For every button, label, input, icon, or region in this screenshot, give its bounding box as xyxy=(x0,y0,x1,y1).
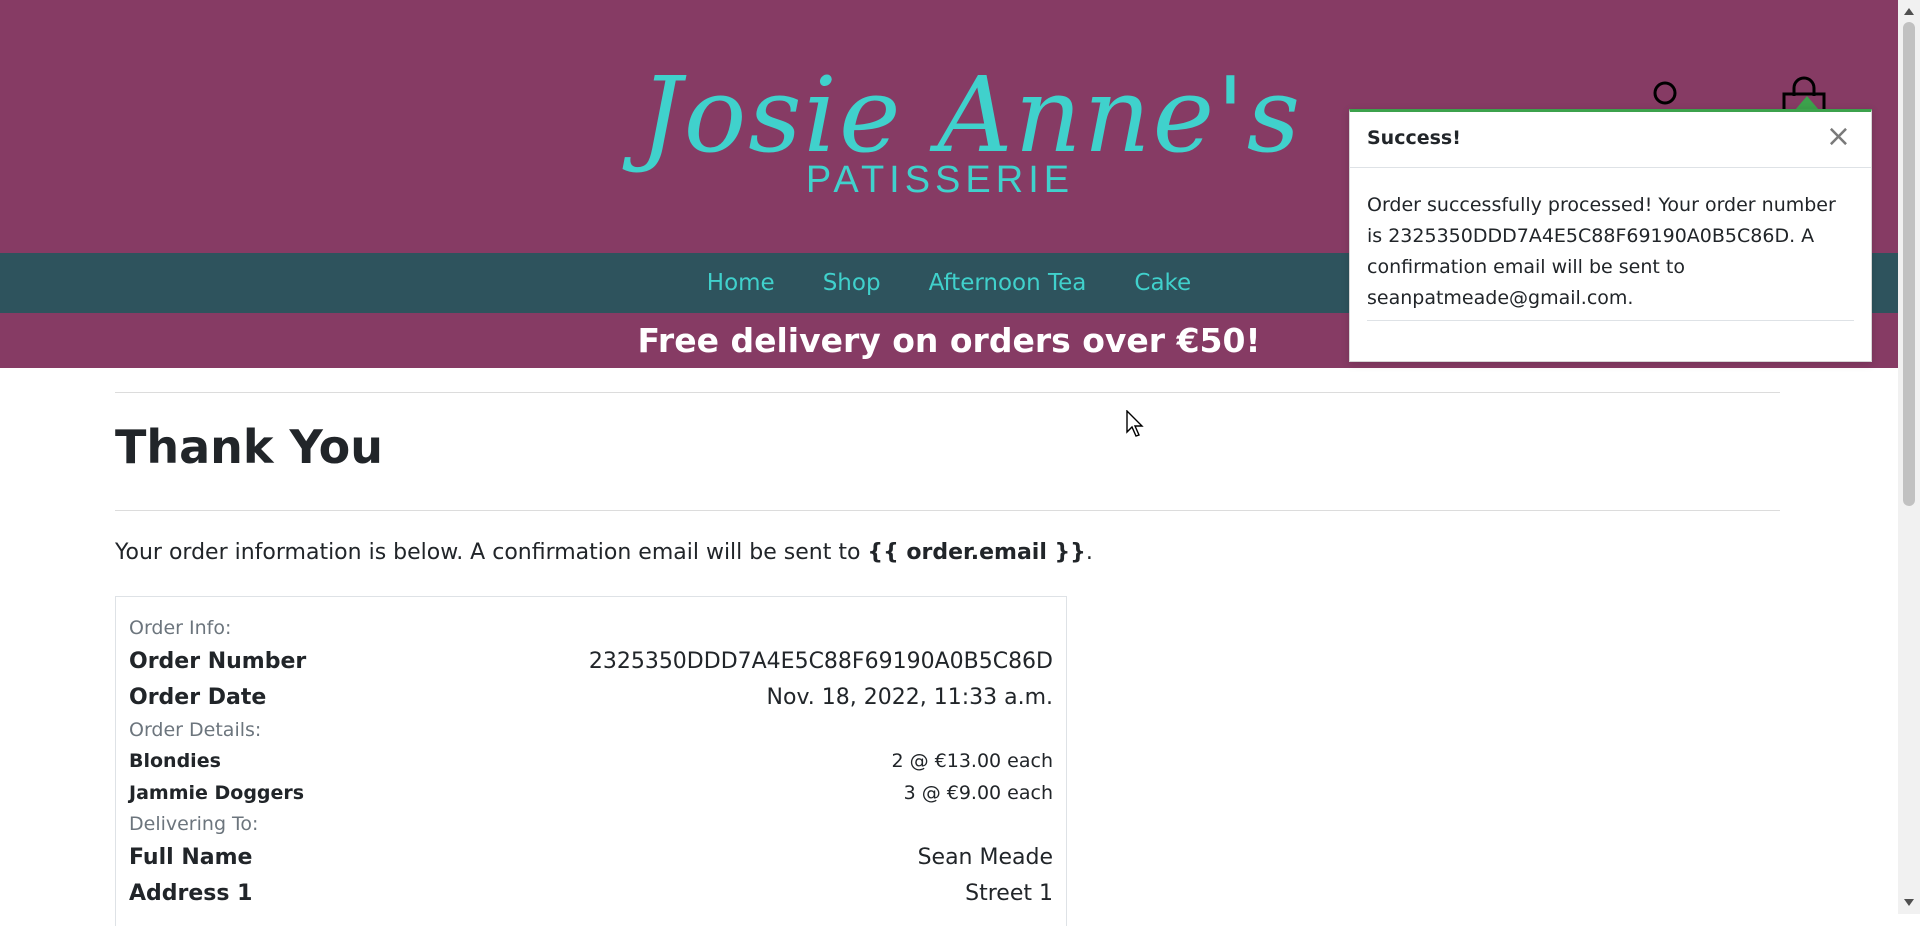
order-date-value: Nov. 18, 2022, 11:33 a.m. xyxy=(766,684,1053,710)
order-info-label: Order Info: xyxy=(129,617,232,639)
intro-suffix: . xyxy=(1085,540,1093,565)
toast-message: Order successfully processed! Your order… xyxy=(1367,194,1836,309)
main-content: Thank You Your order information is belo… xyxy=(115,392,1780,926)
scroll-thumb[interactable] xyxy=(1903,22,1915,506)
mouse-cursor-icon xyxy=(1126,409,1146,438)
full-name-row: Full Name Sean Meade xyxy=(129,839,1053,875)
order-date-row: Order Date Nov. 18, 2022, 11:33 a.m. xyxy=(129,679,1053,715)
order-summary-card: Order Info: Order Number 2325350DDD7A4E5… xyxy=(115,596,1067,926)
close-icon[interactable]: × xyxy=(1826,122,1851,152)
address1-key: Address 1 xyxy=(129,880,253,906)
order-item-qty: 3 @ €9.00 each xyxy=(903,782,1053,804)
order-number-value: 2325350DDD7A4E5C88F69190A0B5C86D xyxy=(588,648,1053,674)
address1-value: Street 1 xyxy=(965,880,1053,906)
logo-subtitle: PATISSERIE xyxy=(805,159,1075,201)
nav-shop[interactable]: Shop xyxy=(823,270,881,296)
toast-header: Success! × xyxy=(1350,112,1871,168)
scroll-down-arrow-icon[interactable] xyxy=(1904,899,1914,906)
divider xyxy=(115,392,1780,393)
nav-cake[interactable]: Cake xyxy=(1134,270,1191,296)
vertical-scrollbar[interactable] xyxy=(1898,0,1920,914)
order-item-qty: 2 @ €13.00 each xyxy=(891,750,1053,772)
intro-prefix: Your order information is below. A confi… xyxy=(115,540,868,565)
intro-text: Your order information is below. A confi… xyxy=(115,540,1093,565)
nav-afternoon-tea[interactable]: Afternoon Tea xyxy=(929,270,1087,296)
toast-divider xyxy=(1367,320,1854,321)
address1-row: Address 1 Street 1 xyxy=(129,875,1053,911)
toast-arrow xyxy=(1795,96,1819,110)
page-title: Thank You xyxy=(115,420,383,474)
intro-email: {{ order.email }} xyxy=(867,540,1086,565)
order-number-row: Order Number 2325350DDD7A4E5C88F69190A0B… xyxy=(129,643,1053,679)
order-details-label: Order Details: xyxy=(129,719,262,741)
order-item-name: Blondies xyxy=(129,750,221,772)
success-toast: Success! × Order successfully processed!… xyxy=(1349,109,1872,362)
order-item-row: Jammie Doggers 3 @ €9.00 each xyxy=(129,777,1053,809)
delivering-to-label: Delivering To: xyxy=(129,813,259,835)
full-name-key: Full Name xyxy=(129,844,253,870)
divider xyxy=(115,510,1780,511)
nav-home[interactable]: Home xyxy=(707,270,775,296)
toast-title: Success! xyxy=(1367,127,1461,149)
order-number-key: Order Number xyxy=(129,648,307,674)
order-item-name: Jammie Doggers xyxy=(129,782,305,804)
order-date-key: Order Date xyxy=(129,684,267,710)
site-logo[interactable]: Josie Anne's PATISSERIE xyxy=(640,45,1300,215)
full-name-value: Sean Meade xyxy=(917,844,1053,870)
scroll-up-arrow-icon[interactable] xyxy=(1904,8,1914,15)
order-item-row: Blondies 2 @ €13.00 each xyxy=(129,745,1053,777)
